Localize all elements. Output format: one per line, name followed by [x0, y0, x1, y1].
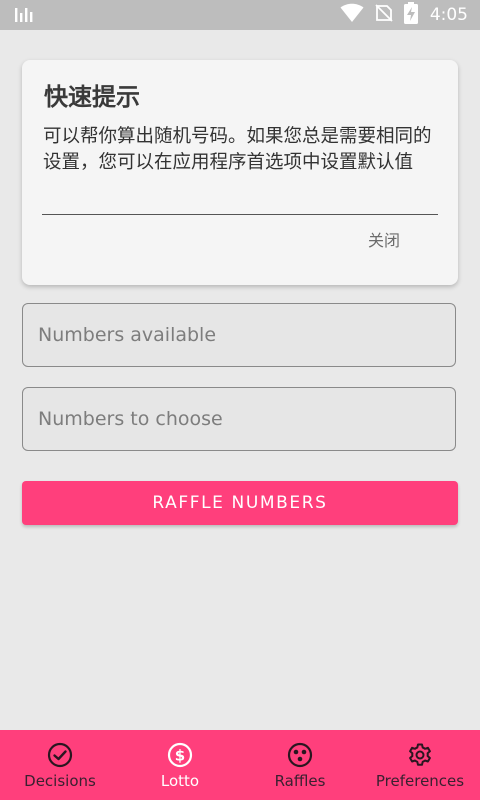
nav-label-decisions: Decisions	[24, 772, 96, 790]
app-screen: 4:05 快速提示 可以帮你算出随机号码。如果您总是需要相同的设置，您可以在应用…	[0, 0, 480, 800]
nav-item-preferences[interactable]: Preferences	[360, 730, 480, 800]
tip-divider	[42, 214, 438, 215]
nav-item-lotto[interactable]: $ Lotto	[120, 730, 240, 800]
numbers-available-input[interactable]	[23, 304, 455, 366]
tip-close-button[interactable]: 关闭	[368, 230, 400, 252]
quick-tip-card: 快速提示 可以帮你算出随机号码。如果您总是需要相同的设置，您可以在应用程序首选项…	[22, 60, 458, 285]
tip-body: 可以帮你算出随机号码。如果您总是需要相同的设置，您可以在应用程序首选项中设置默认…	[43, 126, 432, 173]
nav-label-preferences: Preferences	[375, 772, 465, 790]
status-time: 4:05	[429, 5, 468, 25]
check-circle-icon	[47, 742, 73, 768]
svg-text:$: $	[175, 747, 185, 765]
numbers-to-choose-field[interactable]	[22, 387, 456, 451]
dollar-circle-icon: $	[167, 742, 193, 768]
gear-icon	[407, 742, 433, 768]
signal-icon	[14, 6, 34, 24]
wifi-icon	[340, 3, 364, 27]
nav-label-lotto: Lotto	[160, 772, 200, 790]
status-bar: 4:05	[0, 0, 480, 30]
nav-label-raffles: Raffles	[274, 772, 326, 790]
status-icons: 4:05	[340, 0, 468, 30]
bottom-navigation: Decisions $ Lotto Raffles Preferences	[0, 730, 480, 800]
no-sim-icon	[374, 3, 394, 27]
nav-item-decisions[interactable]: Decisions	[0, 730, 120, 800]
nav-item-raffles[interactable]: Raffles	[240, 730, 360, 800]
raffle-numbers-button[interactable]: RAFFLE NUMBERS	[22, 481, 458, 525]
raffle-balls-icon	[287, 742, 313, 768]
numbers-to-choose-input[interactable]	[23, 388, 455, 450]
tip-title: 快速提示	[44, 83, 140, 111]
numbers-available-field[interactable]	[22, 303, 456, 367]
battery-charging-icon	[403, 2, 418, 28]
